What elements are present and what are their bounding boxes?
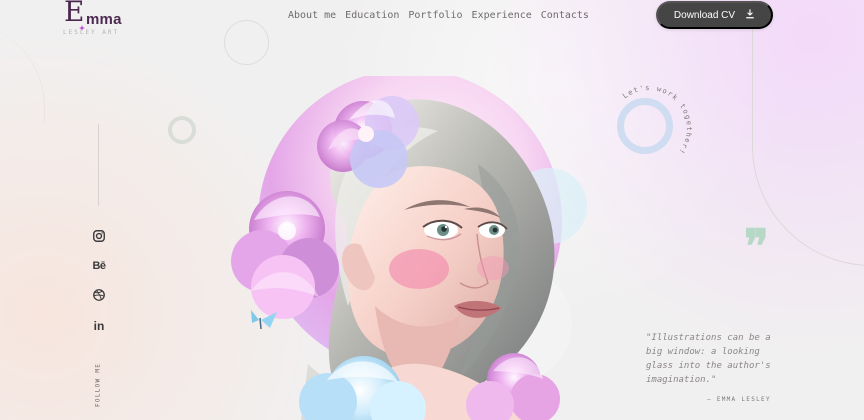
brand-logo[interactable]: E mma LESLEY ART (62, 0, 122, 40)
nav-contacts-link[interactable]: Contacts (541, 10, 589, 22)
linkedin-link[interactable]: in (90, 317, 108, 335)
svg-text:Let's work together!: Let's work together! (621, 84, 693, 156)
sparkle-icon (79, 16, 85, 31)
lets-work-together-rotating-text[interactable]: Let's work together! (597, 76, 701, 180)
decorative-small-ring (168, 116, 196, 144)
nav-experience-link[interactable]: Experience (472, 10, 532, 22)
nav-about-me-link[interactable]: About me (288, 10, 336, 22)
main-navigation: About me Education Portfolio Experience … (288, 9, 589, 23)
portfolio-hero-page: E mma LESLEY ART About me Education Port… (0, 0, 864, 420)
behance-icon: Bē (92, 260, 106, 272)
download-icon (745, 8, 755, 22)
author-quote: "Illustrations can be a big window: a lo… (646, 333, 771, 385)
nav-education-link[interactable]: Education (345, 10, 399, 22)
hero-portrait-illustration (222, 69, 612, 420)
download-cv-button[interactable]: Download CV (656, 1, 773, 29)
instagram-link[interactable] (90, 228, 108, 246)
linkedin-icon: in (93, 319, 105, 333)
instagram-icon (92, 228, 106, 247)
brand-subtitle: LESLEY ART (63, 29, 120, 36)
behance-link[interactable]: Bē (90, 257, 108, 275)
decorative-outline-circle (224, 20, 269, 65)
download-cv-label: Download CV (673, 9, 736, 21)
decorative-left-arc (0, 22, 45, 122)
dribbble-icon (92, 287, 106, 306)
social-vertical-line (98, 124, 99, 206)
brand-name: mma (86, 11, 122, 28)
dribbble-link[interactable] (90, 287, 108, 305)
brand-initial: E (64, 0, 85, 28)
follow-me-label: FOLLOW ME (94, 362, 102, 408)
nav-portfolio-link[interactable]: Portfolio (408, 10, 462, 22)
quote-mark-icon: ❞ (744, 226, 775, 250)
quote-author: — EMMA LESLEY (707, 396, 771, 403)
